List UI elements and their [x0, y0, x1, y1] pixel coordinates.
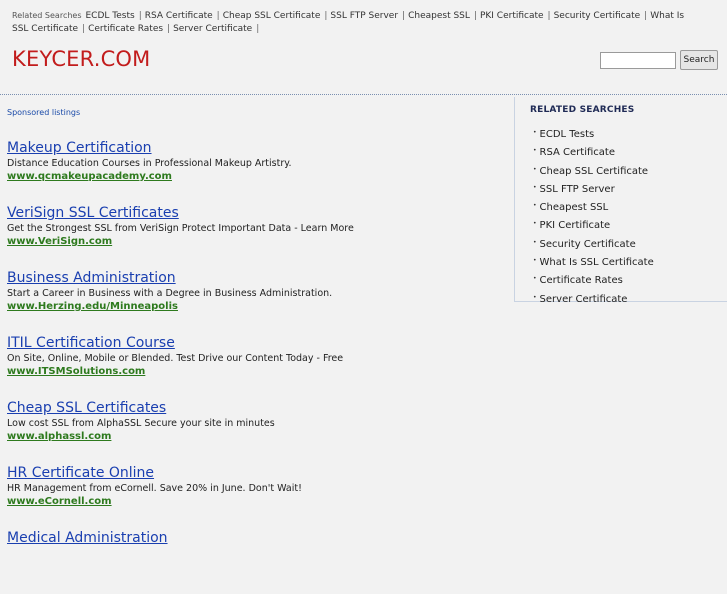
- bullet-icon: •: [533, 147, 537, 155]
- related-search-link[interactable]: ECDL Tests: [540, 129, 595, 140]
- listing-description: Low cost SSL from AlphaSSL Secure your s…: [7, 418, 275, 429]
- listing-description: HR Management from eCornell. Save 20% in…: [7, 483, 302, 494]
- related-search-link[interactable]: Cheap SSL Certificate: [540, 166, 649, 177]
- listing-title-link[interactable]: Medical Administration: [7, 529, 507, 547]
- related-search-link[interactable]: Server Certificate: [540, 294, 628, 305]
- sponsored-listing: Makeup Certification Distance Education C…: [7, 139, 507, 204]
- related-search-item: • Cheapest SSL: [533, 198, 654, 216]
- related-searches-panel: RELATED SEARCHES • ECDL Tests • RSA Certifi…: [514, 97, 727, 305]
- bullet-icon: •: [533, 183, 537, 191]
- related-search-link[interactable]: Cheapest SSL: [540, 202, 609, 213]
- separator: |: [82, 24, 86, 34]
- bullet-icon: •: [533, 165, 537, 173]
- bullet-icon: •: [533, 257, 537, 265]
- topbar-link[interactable]: ECDL Tests: [86, 11, 135, 21]
- bullet-icon: •: [533, 220, 537, 228]
- separator: |: [644, 11, 648, 21]
- separator: |: [216, 11, 220, 21]
- separator: |: [547, 11, 551, 21]
- listing-url-link[interactable]: www.VeriSign.com: [7, 235, 507, 249]
- sponsored-listings-label: Sponsored listings: [7, 108, 81, 117]
- listing-url-link[interactable]: www.eCornell.com: [7, 495, 507, 509]
- bullet-icon: •: [533, 293, 537, 301]
- related-search-link[interactable]: Certificate Rates: [540, 275, 623, 286]
- related-search-link[interactable]: PKI Certificate: [540, 220, 611, 231]
- separator: |: [324, 11, 328, 21]
- listing-description: Start a Career in Business with a Degree…: [7, 288, 333, 299]
- listing-description: Get the Strongest SSL from VeriSign Prot…: [7, 223, 354, 234]
- sponsored-listing: Cheap SSL Certificates Low cost SSL from …: [7, 399, 507, 464]
- related-search-link[interactable]: RSA Certificate: [540, 147, 615, 158]
- topbar-link[interactable]: SSL FTP Server: [330, 11, 398, 21]
- related-search-link[interactable]: Security Certificate: [540, 239, 636, 250]
- separator: |: [167, 24, 171, 34]
- related-searches-list: • ECDL Tests • RSA Certificate • Cheap SSL Ce…: [533, 125, 654, 308]
- related-search-item: • SSL FTP Server: [533, 180, 654, 198]
- related-search-link[interactable]: What Is SSL Certificate: [540, 257, 654, 268]
- bullet-icon: •: [533, 129, 537, 136]
- related-searches-bar: Related Searches ECDL Tests | RSA Certifica…: [12, 9, 702, 36]
- topbar-link[interactable]: Server Certificate: [173, 24, 252, 34]
- separator: |: [138, 11, 142, 21]
- site-logo[interactable]: KEYCER.COM: [12, 47, 150, 71]
- listing-url-link[interactable]: www.Herzing.edu/Minneapolis: [7, 300, 507, 314]
- related-search-item: • Security Certificate: [533, 235, 654, 253]
- header-divider: [0, 94, 727, 95]
- listing-url-link[interactable]: www.qcmakeupacademy.com: [7, 170, 507, 184]
- sponsored-listing: ITIL Certification Course On Site, Online…: [7, 334, 507, 399]
- listing-url-link[interactable]: www.ITSMSolutions.com: [7, 365, 507, 379]
- sponsored-listing: Business Administration Start a Career in…: [7, 269, 507, 334]
- related-search-item: • PKI Certificate: [533, 216, 654, 234]
- related-search-item: • RSA Certificate: [533, 143, 654, 161]
- topbar-link[interactable]: RSA Certificate: [145, 11, 213, 21]
- sponsored-listings: Makeup Certification Distance Education C…: [7, 139, 507, 594]
- related-search-item: • ECDL Tests: [533, 125, 654, 143]
- listing-title-link[interactable]: Makeup Certification: [7, 139, 507, 157]
- topbar-link[interactable]: Security Certificate: [554, 11, 641, 21]
- sponsored-listing: HR Certificate Online HR Management from …: [7, 464, 507, 529]
- listing-title-link[interactable]: VeriSign SSL Certificates: [7, 204, 507, 222]
- separator: |: [256, 24, 260, 34]
- sponsored-listing: VeriSign SSL Certificates Get the Stronge…: [7, 204, 507, 269]
- topbar-link[interactable]: Cheapest SSL: [408, 11, 470, 21]
- separator: |: [402, 11, 406, 21]
- sponsored-listing: Medical Administration: [7, 529, 507, 594]
- related-search-item: • Certificate Rates: [533, 271, 654, 289]
- search-button[interactable]: Search: [680, 50, 718, 70]
- topbar-link[interactable]: Cheap SSL Certificate: [223, 11, 321, 21]
- separator: |: [473, 11, 477, 21]
- listing-title-link[interactable]: Business Administration: [7, 269, 507, 287]
- topbar-link[interactable]: Certificate Rates: [88, 24, 163, 34]
- bullet-icon: •: [533, 202, 537, 210]
- listing-title-link[interactable]: ITIL Certification Course: [7, 334, 507, 352]
- listing-description: On Site, Online, Mobile or Blended. Test…: [7, 353, 344, 364]
- listing-title-link[interactable]: Cheap SSL Certificates: [7, 399, 507, 417]
- listing-description: Distance Education Courses in Profession…: [7, 158, 292, 169]
- listing-title-link[interactable]: HR Certificate Online: [7, 464, 507, 482]
- related-searches-label: Related Searches: [12, 11, 82, 20]
- related-search-item: • What Is SSL Certificate: [533, 253, 654, 271]
- related-search-link[interactable]: SSL FTP Server: [540, 184, 615, 195]
- bullet-icon: •: [533, 275, 537, 283]
- listing-url-link[interactable]: www.alphassl.com: [7, 430, 507, 444]
- related-search-item: • Cheap SSL Certificate: [533, 162, 654, 180]
- topbar-link[interactable]: PKI Certificate: [480, 11, 544, 21]
- related-searches-heading: RELATED SEARCHES: [530, 105, 635, 115]
- related-search-item: • Server Certificate: [533, 290, 654, 308]
- bullet-icon: •: [533, 238, 537, 246]
- search-input[interactable]: [600, 52, 676, 69]
